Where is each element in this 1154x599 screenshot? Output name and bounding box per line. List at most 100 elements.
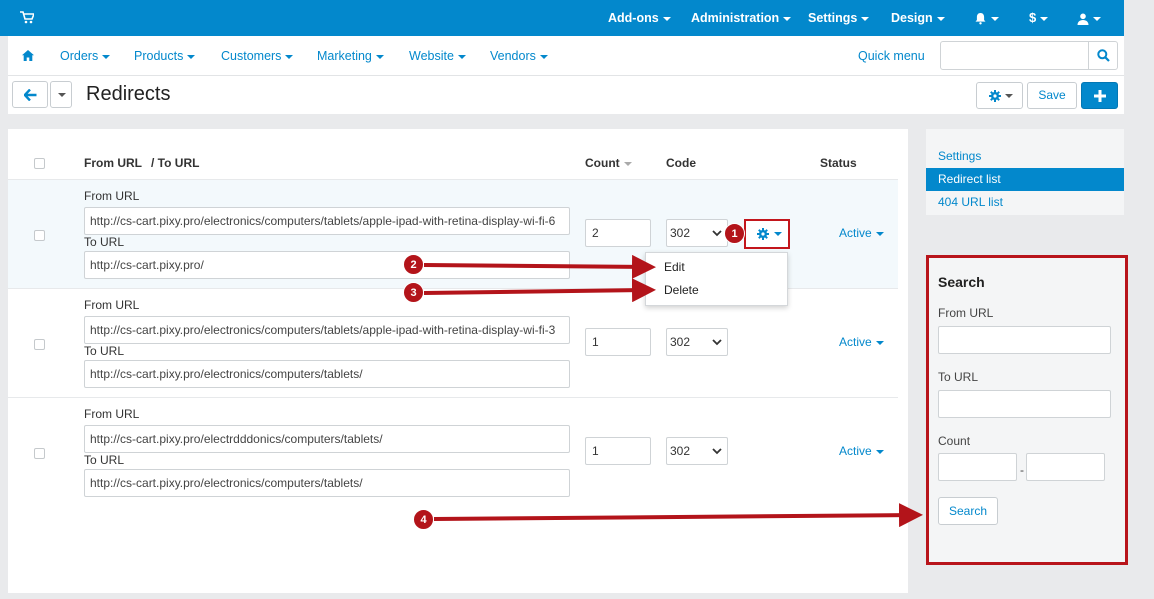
gear-icon: [757, 228, 769, 240]
count-input[interactable]: 2: [585, 219, 651, 247]
settings-tools-button[interactable]: [976, 82, 1023, 109]
currency-menu[interactable]: $: [1029, 0, 1049, 36]
nav-products-label: Products: [134, 49, 184, 63]
cart-icon[interactable]: [20, 11, 34, 24]
home-icon[interactable]: [22, 50, 34, 61]
chevron-down-icon: [457, 54, 466, 59]
nav-marketing-label: Marketing: [317, 49, 372, 63]
sidebar-nav: Settings Redirect list 404 URL list: [926, 129, 1124, 215]
code-select[interactable]: 302: [666, 328, 728, 356]
chevron-down-icon: [774, 232, 782, 236]
annotation-badge-3: 3: [403, 282, 424, 303]
save-button[interactable]: Save: [1027, 82, 1077, 109]
menu-settings[interactable]: Settings: [808, 0, 870, 36]
chevron-down-icon: [875, 231, 884, 236]
menu-addons-label: Add-ons: [608, 11, 659, 25]
code-select[interactable]: 302: [666, 437, 728, 465]
column-header-to-url[interactable]: / To URL: [151, 156, 199, 170]
nav-products[interactable]: Products: [134, 36, 196, 76]
global-search-button[interactable]: [1088, 42, 1117, 69]
plus-icon: [1094, 90, 1106, 102]
from-url-label: From URL: [84, 407, 140, 421]
history-dropdown-button[interactable]: [50, 81, 72, 108]
annotation-badge-4: 4: [413, 509, 434, 530]
user-menu[interactable]: [1077, 0, 1101, 36]
to-url-filter-input[interactable]: [938, 390, 1111, 418]
sidebar-item-settings[interactable]: Settings: [926, 145, 1124, 168]
status-label: Active: [839, 335, 872, 349]
from-url-input[interactable]: http://cs-cart.pixy.pro/electronics/comp…: [84, 207, 570, 235]
sidebar-item-redirect-list[interactable]: Redirect list: [926, 168, 1124, 191]
nav-orders[interactable]: Orders: [60, 36, 111, 76]
count-min-input[interactable]: [938, 453, 1017, 481]
page-title: Redirects: [86, 83, 171, 105]
count-max-input[interactable]: [1026, 453, 1105, 481]
count-input[interactable]: 1: [585, 328, 651, 356]
page-header: Redirects Save: [8, 76, 1124, 114]
count-filter-label: Count: [938, 434, 971, 448]
range-separator: -: [1020, 463, 1024, 477]
count-header-label: Count: [585, 156, 620, 170]
select-all-checkbox[interactable]: [34, 158, 45, 169]
menu-settings-label: Settings: [808, 11, 858, 25]
status-dropdown[interactable]: Active: [839, 444, 884, 458]
chevron-down-icon: [58, 93, 66, 97]
to-url-input[interactable]: http://cs-cart.pixy.pro/electronics/comp…: [84, 469, 570, 497]
sort-icon: [623, 161, 632, 166]
main-nav: Orders Products Customers Marketing Webs…: [8, 36, 1124, 76]
user-icon: [1077, 13, 1089, 25]
nav-website[interactable]: Website: [409, 36, 466, 76]
to-url-input[interactable]: http://cs-cart.pixy.pro/electronics/comp…: [84, 360, 570, 388]
column-header-code[interactable]: Code: [666, 156, 696, 170]
sidebar-item-404-url-list[interactable]: 404 URL list: [926, 191, 1124, 214]
nav-orders-label: Orders: [60, 49, 99, 63]
status-dropdown[interactable]: Active: [839, 335, 884, 349]
status-label: Active: [839, 226, 872, 240]
nav-vendors-label: Vendors: [490, 49, 536, 63]
nav-vendors[interactable]: Vendors: [490, 36, 548, 76]
column-header-from-url[interactable]: From URL: [84, 156, 142, 170]
quick-menu-link[interactable]: Quick menu: [858, 36, 925, 76]
to-url-input[interactable]: http://cs-cart.pixy.pro/: [84, 251, 570, 279]
from-url-input[interactable]: http://cs-cart.pixy.pro/electronics/comp…: [84, 316, 570, 344]
add-redirect-button[interactable]: [1081, 82, 1118, 109]
from-url-filter-label: From URL: [938, 306, 994, 320]
menu-design[interactable]: Design: [891, 0, 945, 36]
annotation-badge-2: 2: [403, 254, 424, 275]
search-button[interactable]: Search: [938, 497, 998, 525]
search-icon: [1097, 49, 1110, 62]
status-label: Active: [839, 444, 872, 458]
table-row: From URL http://cs-cart.pixy.pro/electrd…: [8, 397, 898, 506]
back-button[interactable]: [12, 81, 48, 108]
chevron-down-icon: [539, 54, 548, 59]
menu-item-delete[interactable]: Delete: [664, 283, 699, 297]
nav-website-label: Website: [409, 49, 454, 63]
arrow-left-icon: [24, 89, 37, 101]
global-search-input[interactable]: [940, 41, 1118, 70]
from-url-input[interactable]: http://cs-cart.pixy.pro/electrdddonics/c…: [84, 425, 570, 453]
menu-item-edit[interactable]: Edit: [664, 260, 685, 274]
notifications-button[interactable]: [974, 0, 999, 36]
nav-marketing[interactable]: Marketing: [317, 36, 384, 76]
code-select[interactable]: 302: [666, 219, 728, 247]
row-actions-button[interactable]: [744, 219, 790, 249]
row-checkbox[interactable]: [34, 339, 45, 350]
to-url-label: To URL: [84, 453, 125, 467]
chevron-down-icon: [375, 54, 384, 59]
from-url-filter-input[interactable]: [938, 326, 1111, 354]
count-input[interactable]: 1: [585, 437, 651, 465]
row-checkbox[interactable]: [34, 230, 45, 241]
chevron-down-icon: [285, 54, 294, 59]
chevron-down-icon: [1040, 16, 1049, 21]
row-checkbox[interactable]: [34, 448, 45, 459]
chevron-down-icon: [991, 16, 999, 21]
to-url-label: To URL: [84, 235, 125, 249]
chevron-down-icon: [712, 448, 722, 455]
chevron-down-icon: [712, 339, 722, 346]
status-dropdown[interactable]: Active: [839, 226, 884, 240]
menu-administration[interactable]: Administration: [691, 0, 792, 36]
nav-customers[interactable]: Customers: [221, 36, 294, 76]
from-url-label: From URL: [84, 189, 140, 203]
column-header-count[interactable]: Count: [585, 156, 632, 170]
menu-addons[interactable]: Add-ons: [608, 0, 671, 36]
